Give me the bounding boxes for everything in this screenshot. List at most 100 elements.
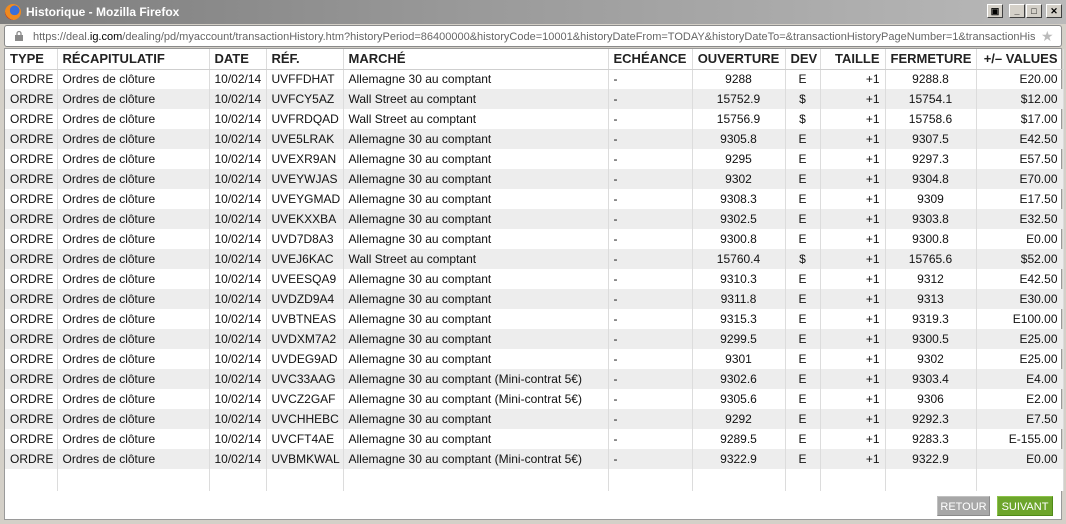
cell-recapitulatif: Ordres de clôture: [57, 129, 210, 149]
table-row[interactable]: ORDRE Ordres de clôture 10/02/14 UVBMKWAL Al…: [5, 449, 1064, 469]
cell-fermeture: 15765.6: [885, 249, 977, 269]
col-dev[interactable]: DEV: [785, 49, 821, 70]
col-values[interactable]: +/– VALUES: [976, 49, 1064, 70]
cell-dev: E: [785, 309, 821, 329]
cell-values: E2.00: [976, 389, 1064, 409]
cell-dev: E: [785, 369, 821, 389]
table-row[interactable]: ORDRE Ordres de clôture 10/02/14 UVDZD9A4 Al…: [5, 289, 1064, 309]
cell-marche: Wall Street au comptant: [343, 109, 609, 129]
cell-type: ORDRE: [5, 409, 58, 429]
table-row[interactable]: ORDRE Ordres de clôture 10/02/14 UVC33AAG Al…: [5, 369, 1064, 389]
col-echeance[interactable]: ECHÉANCE: [608, 49, 693, 70]
table-row[interactable]: ORDRE Ordres de clôture 10/02/14 UVD7D8A3 Al…: [5, 229, 1064, 249]
cell-taille: +1: [820, 329, 886, 349]
cell-echeance: -: [608, 129, 693, 149]
cell-dev: E: [785, 69, 821, 89]
cell-type: ORDRE: [5, 349, 58, 369]
cell-date: 10/02/14: [209, 149, 267, 169]
table-row[interactable]: ORDRE Ordres de clôture 10/02/14 UVE5LRAK Al…: [5, 129, 1064, 149]
cell-marche: Allemagne 30 au comptant: [343, 329, 609, 349]
cell-type: ORDRE: [5, 89, 58, 109]
cell-ouverture: 9302: [692, 169, 786, 189]
col-marche[interactable]: MARCHÉ: [343, 49, 609, 70]
table-row[interactable]: ORDRE Ordres de clôture 10/02/14 UVFFDHAT Al…: [5, 69, 1064, 89]
restore-icon[interactable]: ▣: [987, 4, 1003, 18]
minimize-button[interactable]: _: [1009, 4, 1025, 18]
cell-type: ORDRE: [5, 449, 58, 469]
url-prefix: https://deal.: [33, 31, 90, 43]
cell-type: ORDRE: [5, 389, 58, 409]
suivant-button[interactable]: SUIVANT: [997, 496, 1053, 516]
url-text[interactable]: https://deal.ig.com/dealing/pd/myaccount…: [33, 30, 1035, 44]
cell-marche: Wall Street au comptant: [343, 249, 609, 269]
table-row[interactable]: ORDRE Ordres de clôture 10/02/14 UVDXM7A2 Al…: [5, 329, 1064, 349]
cell-taille: +1: [820, 169, 886, 189]
cell-ouverture: 9292: [692, 409, 786, 429]
table-row[interactable]: ORDRE Ordres de clôture 10/02/14 UVCZ2GAF Al…: [5, 389, 1064, 409]
cell-marche: Allemagne 30 au comptant: [343, 69, 609, 89]
cell-echeance: -: [608, 389, 693, 409]
table-row[interactable]: ORDRE Ordres de clôture 10/02/14 UVEXR9AN Al…: [5, 149, 1064, 169]
cell-ref: UVD7D8A3: [266, 229, 344, 249]
table-header-row: TYPE RÉCAPITULATIF DATE RÉF. MARCHÉ ECHÉ…: [5, 49, 1064, 70]
cell-dev: E: [785, 349, 821, 369]
table-row[interactable]: ORDRE Ordres de clôture 10/02/14 UVEJ6KAC Wa…: [5, 249, 1064, 269]
retour-button[interactable]: RETOUR: [937, 496, 990, 516]
col-taille[interactable]: TAILLE: [820, 49, 886, 70]
col-type[interactable]: TYPE: [5, 49, 58, 70]
cell-date: 10/02/14: [209, 409, 267, 429]
table-row[interactable]: ORDRE Ordres de clôture 10/02/14 UVCHHEBC Al…: [5, 409, 1064, 429]
cell-values: $52.00: [976, 249, 1064, 269]
cell-date: 10/02/14: [209, 349, 267, 369]
cell-date: 10/02/14: [209, 109, 267, 129]
cell-fermeture: 9300.5: [885, 329, 977, 349]
col-recapitulatif[interactable]: RÉCAPITULATIF: [57, 49, 210, 70]
cell-fermeture: 9302: [885, 349, 977, 369]
table-row[interactable]: ORDRE Ordres de clôture 10/02/14 UVDEG9AD Al…: [5, 349, 1064, 369]
cell-date: 10/02/14: [209, 69, 267, 89]
col-date[interactable]: DATE: [209, 49, 267, 70]
cell-date: 10/02/14: [209, 189, 267, 209]
cell-recapitulatif: Ordres de clôture: [57, 149, 210, 169]
cell-fermeture: 9312: [885, 269, 977, 289]
table-row[interactable]: ORDRE Ordres de clôture 10/02/14 UVEYGMAD Al…: [5, 189, 1064, 209]
cell-ref: UVFFDHAT: [266, 69, 344, 89]
table-row[interactable]: ORDRE Ordres de clôture 10/02/14 UVEESQA9 Al…: [5, 269, 1064, 289]
cell-date: 10/02/14: [209, 289, 267, 309]
cell-date: 10/02/14: [209, 449, 267, 469]
cell-values: E100.00: [976, 309, 1064, 329]
cell-taille: +1: [820, 209, 886, 229]
col-fermeture[interactable]: FERMETURE: [885, 49, 977, 70]
cell-echeance: -: [608, 149, 693, 169]
window-titlebar[interactable]: Historique - Mozilla Firefox ▣ _ □ ✕: [0, 0, 1066, 24]
filler-row: [5, 469, 1064, 491]
bookmark-star-icon[interactable]: ★: [1041, 29, 1054, 43]
close-button[interactable]: ✕: [1046, 4, 1062, 18]
filler-cell: [885, 469, 977, 491]
cell-echeance: -: [608, 369, 693, 389]
cell-ouverture: 9300.8: [692, 229, 786, 249]
cell-taille: +1: [820, 269, 886, 289]
col-ouverture[interactable]: OUVERTURE: [692, 49, 786, 70]
cell-values: E57.50: [976, 149, 1064, 169]
transaction-history-table: TYPE RÉCAPITULATIF DATE RÉF. MARCHÉ ECHÉ…: [5, 49, 1064, 491]
col-ref[interactable]: RÉF.: [266, 49, 344, 70]
table-row[interactable]: ORDRE Ordres de clôture 10/02/14 UVFCY5AZ Wa…: [5, 89, 1064, 109]
cell-recapitulatif: Ordres de clôture: [57, 329, 210, 349]
maximize-button[interactable]: □: [1026, 4, 1042, 18]
table-row[interactable]: ORDRE Ordres de clôture 10/02/14 UVCFT4AE Al…: [5, 429, 1064, 449]
cell-ref: UVBTNEAS: [266, 309, 344, 329]
address-bar[interactable]: https://deal.ig.com/dealing/pd/myaccount…: [4, 25, 1062, 47]
cell-ref: UVDEG9AD: [266, 349, 344, 369]
cell-values: E20.00: [976, 69, 1064, 89]
cell-ref: UVC33AAG: [266, 369, 344, 389]
cell-type: ORDRE: [5, 249, 58, 269]
cell-ouverture: 9322.9: [692, 449, 786, 469]
table-row[interactable]: ORDRE Ordres de clôture 10/02/14 UVFRDQAD Wa…: [5, 109, 1064, 129]
cell-ouverture: 15756.9: [692, 109, 786, 129]
table-row[interactable]: ORDRE Ordres de clôture 10/02/14 UVBTNEAS Al…: [5, 309, 1064, 329]
cell-marche: Allemagne 30 au comptant: [343, 429, 609, 449]
table-row[interactable]: ORDRE Ordres de clôture 10/02/14 UVEYWJAS Al…: [5, 169, 1064, 189]
cell-ref: UVEYWJAS: [266, 169, 344, 189]
table-row[interactable]: ORDRE Ordres de clôture 10/02/14 UVEKXXBA Al…: [5, 209, 1064, 229]
